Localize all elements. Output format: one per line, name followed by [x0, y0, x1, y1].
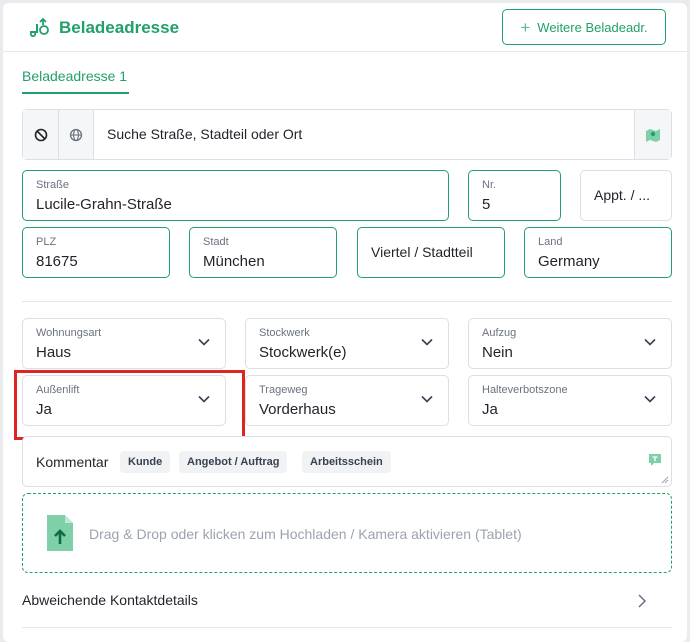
chevron-down-icon — [644, 338, 656, 346]
district-field[interactable]: Viertel / Stadtteil — [357, 227, 505, 278]
trageweg-select[interactable]: Trageweg Vorderhaus — [245, 375, 449, 426]
chevron-right-icon[interactable] — [637, 593, 647, 609]
map-pin-icon — [646, 128, 660, 142]
plus-icon: + — [520, 17, 531, 37]
trageweg-value: Vorderhaus — [259, 401, 336, 418]
city-field[interactable]: Stadt München — [189, 227, 337, 278]
highlight-box — [14, 370, 245, 440]
file-upload-dropzone[interactable]: Drag & Drop oder klicken zum Hochladen /… — [22, 493, 672, 573]
country-field[interactable]: Land Germany — [524, 227, 672, 278]
globe-toggle[interactable] — [59, 110, 94, 159]
halteverbotszone-select[interactable]: Halteverbotszone Ja — [468, 375, 672, 426]
tab-beladeadresse-1[interactable]: Beladeadresse 1 — [22, 68, 127, 84]
chip-kunde[interactable]: Kunde — [120, 451, 171, 473]
prohibited-icon — [34, 128, 47, 141]
aufzug-label: Aufzug — [482, 327, 517, 339]
chevron-down-icon — [421, 395, 433, 403]
street-label: Straße — [36, 179, 70, 191]
city-value: München — [203, 253, 265, 270]
globe-icon — [69, 128, 83, 141]
wohnungsart-value: Haus — [36, 344, 72, 361]
active-tab-indicator — [22, 92, 129, 94]
comment-field[interactable]: Kommentar Kunde Angebot / Auftrag Arbeit… — [22, 436, 672, 487]
text-template-icon[interactable] — [648, 453, 662, 467]
card-header: Beladeadresse + Weitere Beladeadr. — [3, 3, 687, 52]
house-number-field[interactable]: Nr. 5 — [468, 170, 561, 221]
chevron-down-icon — [421, 338, 433, 346]
chevron-down-icon — [198, 338, 210, 346]
district-placeholder: Viertel / Stadtteil — [371, 244, 473, 260]
comment-label: Kommentar — [36, 454, 109, 470]
zip-field[interactable]: PLZ 81675 — [22, 227, 170, 278]
address-card: Beladeadresse + Weitere Beladeadr. Belad… — [3, 3, 687, 642]
upload-instructions: Drag & Drop oder klicken zum Hochladen /… — [89, 526, 522, 542]
chevron-down-icon — [644, 395, 656, 403]
trageweg-label: Trageweg — [259, 384, 308, 396]
country-label: Land — [538, 236, 563, 248]
file-upload-icon — [47, 515, 73, 551]
truck-loading-icon — [29, 18, 49, 38]
alternative-contact-toggle[interactable]: Abweichende Kontaktdetails — [22, 592, 198, 608]
stockwerk-select[interactable]: Stockwerk Stockwerk(e) — [245, 318, 449, 369]
bottom-divider — [22, 627, 672, 628]
halteverbotszone-label: Halteverbotszone — [482, 384, 568, 396]
address-search-bar: Suche Straße, Stadteil oder Ort — [22, 109, 672, 160]
apartment-field[interactable]: Appt. / ... — [580, 170, 672, 221]
aufzug-value: Nein — [482, 344, 513, 361]
wohnungsart-select[interactable]: Wohnungsart Haus — [22, 318, 226, 369]
add-loading-address-label: Weitere Beladeadr. — [537, 19, 648, 35]
add-loading-address-button[interactable]: + Weitere Beladeadr. — [502, 9, 666, 45]
halteverbotszone-value: Ja — [482, 401, 498, 418]
zip-value: 81675 — [36, 253, 78, 270]
card-title: Beladeadresse — [59, 18, 180, 37]
no-entry-toggle[interactable] — [23, 110, 59, 159]
map-button[interactable] — [634, 110, 671, 159]
wohnungsart-label: Wohnungsart — [36, 327, 102, 339]
city-label: Stadt — [203, 236, 229, 248]
chip-arbeitsschein[interactable]: Arbeitsschein — [302, 451, 391, 473]
country-value: Germany — [538, 253, 600, 270]
search-input[interactable]: Suche Straße, Stadteil oder Ort — [107, 126, 302, 142]
zip-label: PLZ — [36, 236, 57, 248]
aufzug-select[interactable]: Aufzug Nein — [468, 318, 672, 369]
house-number-value: 5 — [482, 196, 491, 213]
street-field[interactable]: Straße Lucile-Grahn-Straße — [22, 170, 449, 221]
stockwerk-value: Stockwerk(e) — [259, 344, 347, 361]
section-divider — [22, 301, 672, 302]
apartment-placeholder: Appt. / ... — [594, 187, 651, 203]
house-number-label: Nr. — [482, 179, 497, 191]
chip-angebot-auftrag[interactable]: Angebot / Auftrag — [179, 451, 288, 473]
stockwerk-label: Stockwerk — [259, 327, 310, 339]
street-value: Lucile-Grahn-Straße — [36, 196, 172, 213]
resize-handle-icon[interactable] — [661, 476, 669, 484]
